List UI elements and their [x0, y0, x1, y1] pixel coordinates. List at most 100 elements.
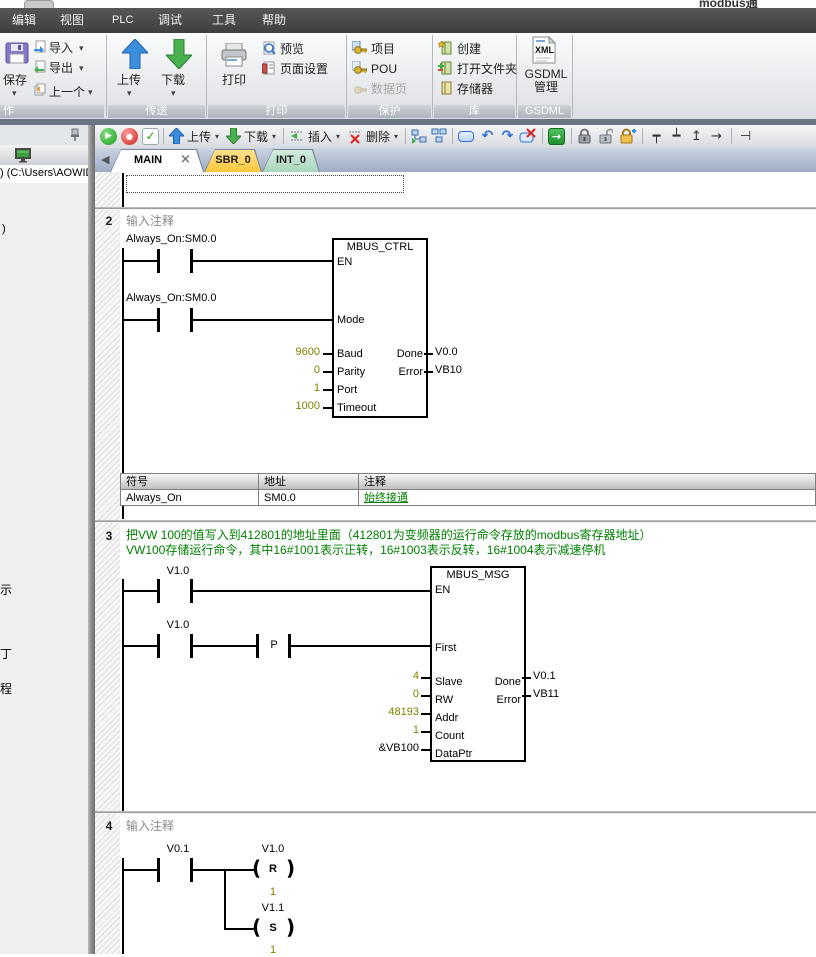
- symbol-table-cell-comment[interactable]: 始终接通: [358, 489, 816, 506]
- tree-item-fragment-2[interactable]: 示: [0, 583, 12, 597]
- tab-close-icon[interactable]: ×: [180, 152, 191, 167]
- net2-timeout-value[interactable]: 1000: [230, 400, 320, 413]
- network-4-number[interactable]: 4: [99, 819, 119, 833]
- insert-icon[interactable]: [289, 128, 306, 145]
- net2-done-operand[interactable]: V0.0: [435, 346, 458, 359]
- net2-port-value[interactable]: 1: [230, 382, 320, 395]
- undo-icon[interactable]: ↶: [479, 128, 496, 145]
- tab-sbr0[interactable]: SBR_0: [204, 149, 262, 172]
- upload-toolbar-dropdown-icon[interactable]: ▾: [215, 133, 219, 141]
- menu-item-edit[interactable]: 编辑: [12, 13, 36, 28]
- insert-button[interactable]: 插入: [308, 130, 332, 144]
- line-right-icon[interactable]: →: [708, 128, 725, 145]
- pin-icon[interactable]: [70, 128, 80, 141]
- net3-error-operand[interactable]: VB11: [533, 688, 559, 701]
- net2-parity-value[interactable]: 0: [230, 364, 320, 377]
- tree-item-project-path[interactable]: ) (C:\Users\AOWID: [0, 165, 88, 183]
- net3-addr-value[interactable]: 48193: [330, 706, 419, 719]
- tree-item-fragment-1[interactable]: ): [2, 223, 6, 236]
- tab-main[interactable]: MAIN ×: [110, 149, 204, 172]
- lock-open-icon[interactable]: [598, 128, 615, 145]
- net3-slave-value[interactable]: 4: [330, 670, 419, 683]
- net2-contact2-operand[interactable]: Always_On:SM0.0: [126, 292, 216, 305]
- pou-diagram-icon-2[interactable]: [431, 128, 448, 145]
- page-setup-button[interactable]: 页面设置: [280, 62, 328, 76]
- net4-contact[interactable]: [157, 858, 160, 882]
- net4-coil1-count[interactable]: 1: [250, 886, 296, 899]
- monitor-icon[interactable]: [14, 147, 34, 163]
- stop-button[interactable]: ●: [121, 128, 138, 145]
- net1-comment-box[interactable]: [126, 175, 404, 193]
- net4-coil2-count[interactable]: 1: [250, 944, 296, 957]
- box-element-icon[interactable]: [458, 131, 474, 142]
- network-3-comment-line1[interactable]: 把VW 100的值写入到412801的地址里面（412801为变频器的运行命令存…: [126, 528, 651, 543]
- net2-contact2[interactable]: [157, 308, 160, 332]
- redo-icon[interactable]: ↷: [499, 128, 516, 145]
- upload-button[interactable]: 上传: [117, 73, 141, 87]
- preview-button[interactable]: 预览: [280, 42, 304, 56]
- library-memory-button[interactable]: 存储器: [457, 82, 493, 96]
- delete-dropdown-icon[interactable]: ▾: [394, 133, 398, 141]
- library-create-button[interactable]: 创建: [457, 42, 481, 56]
- net3-done-operand[interactable]: V0.1: [533, 670, 556, 683]
- upload-toolbar-icon[interactable]: [169, 128, 186, 145]
- net2-contact1[interactable]: [157, 249, 160, 273]
- mbus-ctrl-block[interactable]: MBUS_CTRL EN Mode Baud Parity Port Timeo…: [332, 238, 428, 418]
- network-3-comment-line2[interactable]: VW100存储运行命令，其中16#1001表示正转，16#1003表示反转，16…: [126, 543, 606, 558]
- menu-item-help[interactable]: 帮助: [262, 13, 286, 28]
- download-button[interactable]: 下载: [161, 73, 185, 87]
- network-3-number[interactable]: 3: [99, 529, 119, 543]
- export-dropdown-icon[interactable]: ▾: [79, 65, 84, 74]
- download-toolbar-dropdown-icon[interactable]: ▾: [272, 133, 276, 141]
- net3-contact1[interactable]: [157, 579, 160, 603]
- previous-button[interactable]: 上一个: [49, 85, 85, 99]
- delete-button[interactable]: 删除: [366, 130, 390, 144]
- net3-contact1-operand[interactable]: V1.0: [150, 565, 206, 578]
- branch-down-icon[interactable]: ┯: [648, 128, 665, 145]
- delete-box-icon[interactable]: [519, 128, 536, 145]
- net2-error-operand[interactable]: VB10: [435, 364, 462, 377]
- quick-access-icon[interactable]: [24, 0, 54, 8]
- net4-reset-coil[interactable]: ( R ): [250, 857, 296, 883]
- pou-diagram-icon-1[interactable]: [411, 128, 428, 145]
- download-toolbar-button[interactable]: 下载: [244, 130, 268, 144]
- tab-int0[interactable]: INT_0: [262, 149, 320, 172]
- delete-row-icon[interactable]: [347, 128, 364, 145]
- symbol-table-cell-address[interactable]: SM0.0: [258, 489, 359, 506]
- download-toolbar-icon[interactable]: [226, 128, 243, 145]
- net3-rw-value[interactable]: 0: [330, 688, 419, 701]
- compile-button[interactable]: ✓: [142, 128, 159, 145]
- gsdml-manage-button-line2[interactable]: 管理: [524, 80, 568, 94]
- menu-item-debug[interactable]: 调试: [158, 13, 182, 28]
- save-dropdown-icon[interactable]: ▾: [12, 90, 17, 99]
- network-2-comment[interactable]: 输入注释: [126, 214, 174, 229]
- upload-toolbar-button[interactable]: 上传: [187, 130, 211, 144]
- lock-add-icon[interactable]: [619, 128, 636, 145]
- library-open-folder-button[interactable]: 打开文件夹: [457, 62, 517, 76]
- net2-contact1-operand[interactable]: Always_On:SM0.0: [126, 233, 216, 246]
- export-button[interactable]: 导出: [49, 61, 73, 75]
- import-button[interactable]: 导入: [49, 41, 73, 55]
- net3-contact2-operand[interactable]: V1.0: [150, 619, 206, 632]
- run-button[interactable]: ▶: [100, 128, 117, 145]
- upload-dropdown-icon[interactable]: ▾: [127, 90, 132, 99]
- print-button[interactable]: 打印: [222, 73, 246, 87]
- net3-contact2[interactable]: [157, 634, 160, 658]
- net2-baud-value[interactable]: 9600: [230, 346, 320, 359]
- net4-contact-operand[interactable]: V0.1: [150, 843, 206, 856]
- menu-item-plc[interactable]: PLC: [112, 13, 133, 28]
- tree-item-fragment-4[interactable]: 程: [0, 682, 12, 696]
- symbol-table-cell-symbol[interactable]: Always_On: [120, 489, 259, 506]
- previous-dropdown-icon[interactable]: ▾: [88, 89, 93, 98]
- tab-scroll-left-icon[interactable]: ◀: [101, 153, 109, 166]
- gsdml-xml-icon[interactable]: XML: [532, 36, 556, 64]
- tree-item-fragment-3[interactable]: 丁: [0, 647, 12, 661]
- download-dropdown-icon[interactable]: ▾: [171, 90, 176, 99]
- go-to-icon[interactable]: →: [548, 128, 565, 145]
- gsdml-manage-button-line1[interactable]: GSDML: [524, 67, 568, 81]
- menu-item-tools[interactable]: 工具: [212, 13, 236, 28]
- network-2-number[interactable]: 2: [99, 214, 119, 228]
- protect-project-button[interactable]: 项目: [371, 42, 395, 56]
- line-up-icon[interactable]: ↥: [688, 128, 705, 145]
- protect-pou-button[interactable]: POU: [371, 62, 397, 76]
